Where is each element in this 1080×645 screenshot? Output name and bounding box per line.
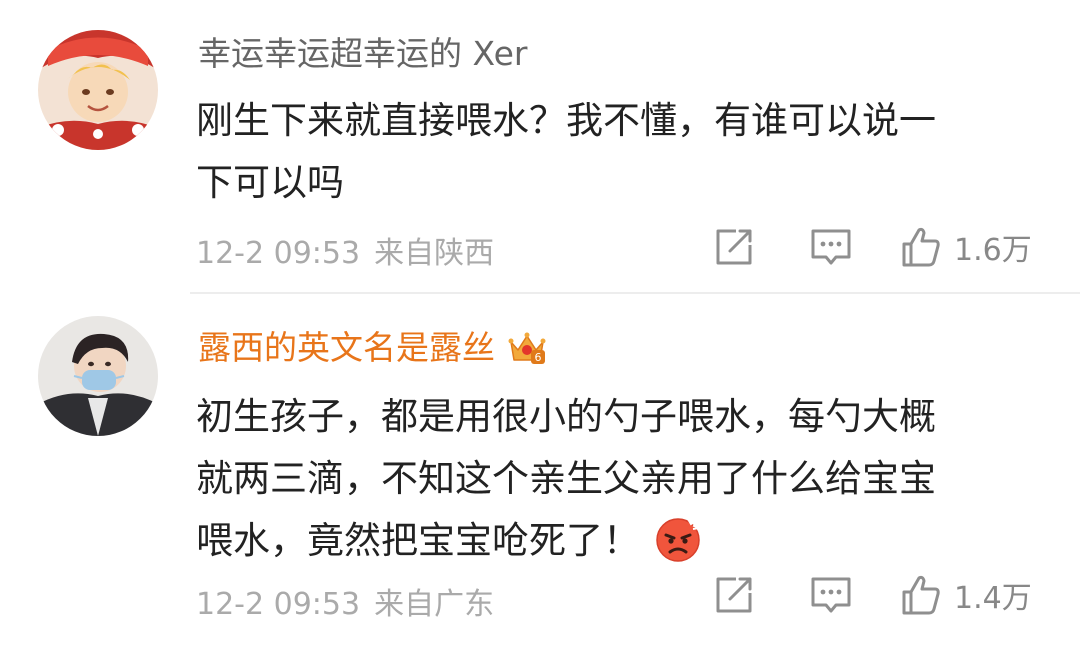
comment-line: 刚生下来就直接喂水？我不懂，有谁可以说一: [196, 99, 936, 142]
like-count: 1.6万: [954, 233, 1032, 268]
comment-icon: [811, 229, 851, 265]
comment-line: 下可以吗: [196, 161, 344, 204]
location-source: 来自陕西: [374, 236, 495, 271]
avatar[interactable]: [38, 316, 158, 436]
comment-item: 幸运幸运超幸运的 Xer 刚生下来就直接喂水？我不懂，有谁可以说一 下可以吗 1…: [0, 0, 1080, 292]
username-text[interactable]: 露西的英文名是露丝: [198, 328, 495, 367]
comment-line: 就两三滴，不知这个亲生父亲用了什么给宝宝: [196, 457, 936, 500]
timestamp: 12-2 09:53: [196, 587, 361, 622]
share-button[interactable]: [714, 224, 754, 270]
action-bar: 1.6万: [700, 224, 1050, 270]
comment-body: 刚生下来就直接喂水？我不懂，有谁可以说一 下可以吗: [196, 90, 1056, 214]
username-text[interactable]: 幸运幸运超幸运的 Xer: [198, 34, 527, 73]
username[interactable]: 露西的英文名是露丝 6: [198, 328, 547, 368]
location-source: 来自广东: [374, 587, 495, 622]
share-button[interactable]: [714, 572, 754, 618]
crown-vip-icon: 6: [508, 332, 546, 364]
like-count: 1.4万: [954, 581, 1032, 616]
comment-icon: [811, 577, 851, 613]
timestamp: 12-2 09:53: [196, 236, 361, 271]
username[interactable]: 幸运幸运超幸运的 Xer: [198, 34, 527, 74]
share-icon: [716, 229, 752, 265]
avatar[interactable]: [38, 30, 158, 150]
thumbs-up-icon: [902, 227, 940, 267]
reply-button[interactable]: [810, 572, 852, 618]
comment-meta: 12-2 09:53 来自广东: [196, 579, 494, 623]
thumbs-up-icon: [902, 575, 940, 615]
like-button[interactable]: 1.6万: [900, 224, 1032, 270]
comment-line: 初生孩子，都是用很小的勺子喂水，每勺大概: [196, 395, 936, 438]
comment-meta: 12-2 09:53 来自陕西: [196, 228, 494, 272]
svg-text:6: 6: [535, 351, 542, 364]
share-icon: [716, 577, 752, 613]
comment-line-with-emoji: 喂水，竟然把宝宝呛死了！: [196, 510, 1056, 572]
comment-list: 幸运幸运超幸运的 Xer 刚生下来就直接喂水？我不懂，有谁可以说一 下可以吗 1…: [0, 0, 1080, 645]
comment-item: 露西的英文名是露丝 6 初生孩子，都是用很小的勺子喂水，每勺大概 就两三滴，不知…: [0, 292, 1080, 645]
angry-face-emoji-icon: [656, 517, 702, 562]
comment-body: 初生孩子，都是用很小的勺子喂水，每勺大概 就两三滴，不知这个亲生父亲用了什么给宝…: [196, 386, 1056, 572]
comment-line-text: 喂水，竟然把宝宝呛死了！: [196, 519, 640, 562]
action-bar: 1.4万: [700, 572, 1050, 618]
reply-button[interactable]: [810, 224, 852, 270]
like-button[interactable]: 1.4万: [900, 572, 1032, 618]
